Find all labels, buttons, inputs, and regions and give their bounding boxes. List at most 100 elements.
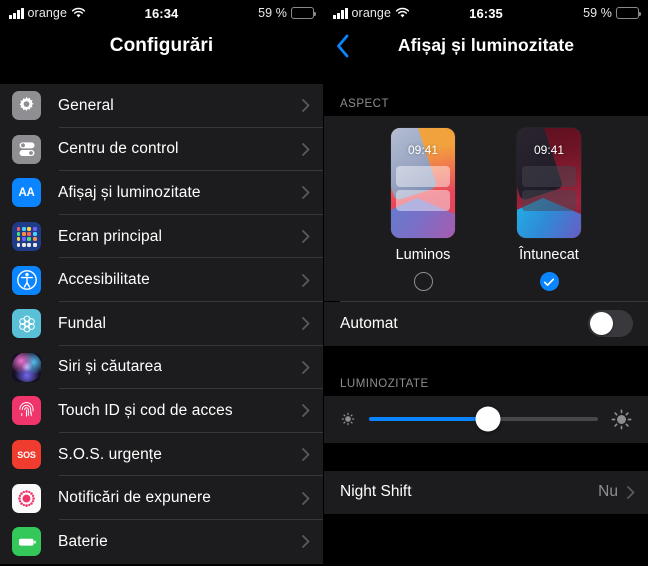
section-gap	[324, 65, 648, 94]
chevron-right-icon	[302, 230, 310, 243]
sidebar-item-label: Centru de control	[58, 140, 179, 158]
appearance-option-light[interactable]: 09:41 Luminos	[391, 128, 455, 291]
sidebar-item-home-screen[interactable]: Ecran principal	[0, 214, 323, 259]
touch-id-icon	[12, 396, 41, 426]
sidebar-item-emergency-sos[interactable]: SOS S.O.S. urgențe	[0, 432, 323, 477]
chevron-right-icon	[302, 491, 310, 505]
accessibility-icon	[12, 265, 41, 295]
section-gap	[324, 442, 648, 471]
sidebar-item-wallpaper[interactable]: Fundal	[0, 301, 323, 346]
chevron-right-icon	[302, 273, 310, 287]
cellular-signal-icon	[333, 7, 348, 19]
preview-card	[522, 190, 576, 211]
chevron-right-icon	[302, 535, 310, 549]
sidebar-item-label: Fundal	[58, 314, 106, 332]
sidebar-item-label: Accesibilitate	[58, 271, 150, 289]
sidebar-item-battery[interactable]: Baterie	[0, 519, 323, 564]
brightness-high-icon	[611, 409, 632, 430]
automatic-appearance-row[interactable]: Automat	[324, 302, 648, 346]
appearance-label: Luminos	[395, 247, 451, 263]
brightness-slider-row[interactable]	[324, 395, 648, 443]
sos-icon: SOS	[12, 440, 41, 470]
appearance-options: 09:41 Luminos 09:41 Întunecat	[324, 116, 648, 301]
sidebar-item-label: Afișaj și luminozitate	[58, 183, 201, 201]
battery-status-icon	[616, 7, 642, 19]
section-gap	[0, 65, 323, 84]
slider-knob[interactable]	[475, 406, 501, 432]
sidebar-item-general[interactable]: General	[0, 84, 323, 128]
night-shift-label: Night Shift	[340, 483, 412, 501]
automatic-label: Automat	[340, 314, 398, 332]
preview-time: 09:41	[533, 143, 565, 157]
sidebar-item-label: Baterie	[58, 532, 108, 550]
checkmark-icon	[543, 277, 555, 286]
status-bar-right: orange 16:35 59 %	[324, 0, 648, 26]
sidebar-item-label: Siri și căutarea	[58, 358, 163, 376]
preview-card	[396, 166, 450, 187]
light-radio-button[interactable]	[413, 272, 433, 291]
battery-status-icon	[291, 7, 317, 19]
battery-icon	[12, 527, 41, 557]
battery-percent-label: 59 %	[258, 6, 287, 20]
nav-bar-settings: Configurări	[0, 26, 323, 65]
sidebar-item-display-brightness[interactable]: AA Afișaj și luminozitate	[0, 171, 323, 215]
appearance-label: Întunecat	[519, 247, 579, 263]
preview-time: 09:41	[407, 143, 439, 157]
page-title: Afișaj și luminozitate	[397, 35, 575, 55]
chevron-right-icon	[302, 142, 310, 156]
night-shift-row[interactable]: Night Shift Nu	[324, 470, 648, 515]
sidebar-item-label: General	[58, 96, 114, 114]
status-bar-left: orange 16:34 59 %	[0, 0, 323, 26]
page-title: Configurări	[109, 34, 214, 56]
dual-screenshot: orange 16:34 59 % Configurări General Ce…	[0, 0, 648, 566]
chevron-right-icon	[302, 360, 310, 374]
wallpaper-icon	[12, 309, 41, 339]
sidebar-item-touch-id[interactable]: Touch ID și cod de acces	[0, 389, 323, 433]
sidebar-item-label: S.O.S. urgențe	[58, 445, 162, 463]
nav-bar-display: Afișaj și luminozitate	[324, 26, 648, 65]
appearance-option-dark[interactable]: 09:41 Întunecat	[517, 128, 581, 291]
night-shift-value: Nu	[598, 483, 618, 501]
home-screen-icon	[12, 222, 41, 252]
exposure-notification-icon	[12, 483, 41, 513]
settings-list: General Centru de control AA Afișaj și l…	[0, 84, 323, 564]
chevron-right-icon	[302, 186, 310, 200]
display-aa-icon: AA	[12, 178, 41, 208]
automatic-toggle[interactable]	[588, 310, 633, 338]
sidebar-item-exposure-notifications[interactable]: Notificări de expunere	[0, 476, 323, 520]
status-time: 16:35	[469, 5, 503, 21]
chevron-right-icon	[302, 99, 310, 113]
status-time: 16:34	[144, 5, 179, 21]
chevron-right-icon	[627, 485, 635, 499]
back-chevron-icon[interactable]	[335, 33, 351, 59]
wifi-icon	[71, 7, 86, 18]
wifi-icon	[395, 7, 410, 18]
gear-icon	[12, 91, 41, 121]
chevron-right-icon	[302, 448, 310, 461]
sidebar-item-control-center[interactable]: Centru de control	[0, 127, 323, 172]
battery-percent-label: 59 %	[583, 6, 612, 20]
brightness-low-icon	[341, 412, 355, 426]
light-preview-thumbnail[interactable]: 09:41	[391, 128, 455, 238]
dark-preview-thumbnail[interactable]: 09:41	[517, 128, 581, 238]
dark-radio-button[interactable]	[539, 272, 559, 291]
section-header-aspect: ASPECT	[324, 94, 648, 116]
section-header-brightness: LUMINOZITATE	[324, 373, 648, 396]
siri-icon	[12, 352, 41, 382]
preview-card	[396, 190, 450, 211]
cellular-signal-icon	[9, 7, 24, 19]
control-center-icon	[12, 134, 41, 164]
sidebar-item-accessibility[interactable]: Accesibilitate	[0, 258, 323, 302]
settings-screen: orange 16:34 59 % Configurări General Ce…	[0, 0, 324, 566]
carrier-name: orange	[27, 6, 68, 20]
sidebar-item-label: Touch ID și cod de acces	[58, 401, 233, 419]
sidebar-item-siri-search[interactable]: Siri și căutarea	[0, 345, 323, 390]
carrier-name: orange	[351, 6, 392, 20]
brightness-slider[interactable]	[369, 406, 598, 432]
section-gap	[324, 345, 648, 374]
sidebar-item-label: Ecran principal	[58, 227, 163, 245]
display-brightness-screen: orange 16:35 59 % Afișaj și luminozitate	[324, 0, 648, 566]
preview-card	[522, 166, 576, 187]
chevron-right-icon	[302, 404, 310, 418]
sidebar-item-label: Notificări de expunere	[58, 489, 211, 507]
